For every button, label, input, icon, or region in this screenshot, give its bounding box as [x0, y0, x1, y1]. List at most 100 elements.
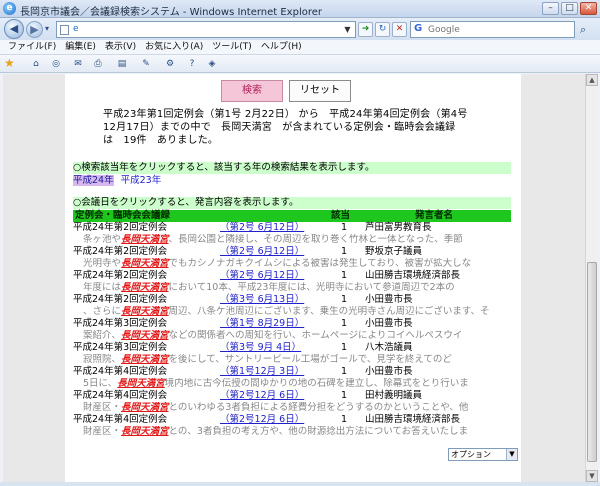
meeting-date-link[interactable]: （第2号12月 6日） [220, 390, 304, 402]
keyword-highlight: 長岡天満宮 [121, 426, 169, 437]
keyword-highlight: 長岡天満宮 [121, 234, 169, 245]
option-select[interactable]: オプション ▼ [448, 448, 518, 461]
match-count: 1 [341, 222, 348, 233]
meeting-date-link[interactable]: （第2号12月 6日） [220, 414, 304, 426]
vertical-scrollbar[interactable]: ▲ ▼ [585, 74, 598, 482]
table-row: 平成24年第4回定例会 （第2号12月 6日） 1 田村義明議員 [73, 390, 511, 402]
table-row: 平成24年第2回定例会 （第3号 6月13日） 1 小田豊市長 [73, 294, 511, 306]
scroll-up-icon[interactable]: ▲ [586, 74, 598, 86]
window-controls: – □ ✕ [542, 2, 597, 15]
speaker-name: 小田豊市長 [365, 318, 413, 329]
reset-button[interactable]: リセット [289, 80, 351, 102]
session-name: 平成24年第4回定例会 [73, 390, 168, 401]
result-snippet: 条ヶ池や長岡天満宮、長岡公園と隣接し、その周辺を取り巻く竹林と一体となった、季節 [73, 234, 511, 246]
address-dropdown-icon[interactable]: ▼ [341, 23, 354, 36]
match-count: 1 [341, 414, 348, 425]
match-count: 1 [341, 270, 348, 281]
select-dropdown-icon: ▼ [506, 449, 517, 460]
favorites-star-icon[interactable]: ★ [4, 56, 15, 70]
snippet-prefix: 5日に、 [83, 378, 118, 389]
meeting-date-link[interactable]: （第1号 8月29日） [220, 318, 304, 330]
session-name: 平成24年第2回定例会 [73, 294, 168, 305]
year-link-h24[interactable]: 平成24年 [73, 175, 114, 186]
snippet-prefix: 財産区・ [83, 402, 122, 413]
print-icon[interactable]: ⎙ [92, 58, 104, 70]
page-viewport: 検索 リセット 平成23年第1回定例会（第1号 2月22日） から 平成24年第… [3, 74, 585, 482]
forward-button[interactable]: ▶ [26, 21, 43, 38]
ie-logo-icon: e [3, 2, 16, 15]
help-icon[interactable]: ? [186, 58, 198, 70]
match-count: 1 [341, 342, 348, 353]
safety-icon[interactable]: ✎ [140, 58, 152, 70]
menu-tools[interactable]: ツール(T) [212, 40, 252, 54]
result-snippet: 年度には長岡天満宮において10本、平成23年度には、光明寺において参道周辺で2本… [73, 282, 511, 294]
speaker-name: 山田勝吉環境経済部長 [365, 270, 461, 281]
refresh-icon[interactable]: ↻ [375, 22, 390, 37]
meeting-date-link[interactable]: （第3号 6月13日） [220, 294, 304, 306]
minimize-button[interactable]: – [542, 2, 559, 15]
result-snippet: 案紹介、長岡天満宮などの関係者への周知を行い、ホームページによりコイヘルペスウイ [73, 330, 511, 342]
speaker-name: 八木浩議員 [365, 342, 413, 353]
snippet-suffix: でもカシノナガキクイムシによる被害は発生しており、被害が拡大しな [168, 258, 472, 269]
keyword-highlight: 長岡天満宮 [121, 282, 169, 293]
menu-view[interactable]: 表示(V) [105, 40, 136, 54]
session-name: 平成24年第4回定例会 [73, 414, 168, 425]
table-row: 平成24年第2回定例会 （第2号 6月12日） 1 山田勝吉環境経済部長 [73, 270, 511, 282]
stop-icon[interactable]: ✕ [392, 22, 407, 37]
meeting-date-link[interactable]: （第2号 6月12日） [220, 270, 304, 282]
session-name: 平成24年第3回定例会 [73, 342, 168, 353]
menu-favorites[interactable]: お気に入り(A) [145, 40, 203, 54]
meeting-date-link[interactable]: （第2号 6月12日） [220, 246, 304, 258]
match-count: 1 [341, 294, 348, 305]
results-list: 平成24年第2回定例会 （第2号 6月12日） 1 芦田富男教育長 条ヶ池や長岡天満宮、… [73, 222, 511, 438]
speaker-name: 小田豊市長 [365, 366, 413, 377]
speaker-name: 田村義明議員 [365, 390, 423, 401]
year-links: 平成24年 平成23年 [73, 175, 161, 187]
address-bar[interactable]: e ▼ [56, 21, 356, 38]
snippet-prefix: 条ヶ池や [83, 234, 122, 245]
menu-help[interactable]: ヘルプ(H) [261, 40, 302, 54]
session-name: 平成24年第2回定例会 [73, 222, 168, 233]
meeting-date-link[interactable]: （第2号 6月12日） [220, 222, 304, 234]
research-icon[interactable]: ◈ [206, 58, 218, 70]
scroll-down-icon[interactable]: ▼ [586, 470, 598, 482]
page-menu-icon[interactable]: ▤ [116, 58, 128, 70]
session-name: 平成24年第2回定例会 [73, 270, 168, 281]
menu-edit[interactable]: 編集(E) [65, 40, 96, 54]
meeting-date-link[interactable]: （第3号 9月 4日） [220, 342, 301, 354]
tools-gear-icon[interactable]: ⚙ [164, 58, 176, 70]
result-snippet: 財産区・長岡天満宮とのいわゆる3者負担による経費分担をどうするのかということや、… [73, 402, 511, 414]
go-icon[interactable]: ➜ [358, 22, 373, 37]
search-input[interactable] [425, 22, 570, 37]
keyword-highlight: 長岡天満宮 [121, 330, 169, 341]
header-speaker: 発言者名 [415, 210, 454, 221]
speaker-name: 芦田富男教育長 [365, 222, 432, 233]
table-row: 平成24年第4回定例会 （第2号12月 6日） 1 山田勝吉環境経済部長 [73, 414, 511, 426]
search-go-icon[interactable]: ⌕ [580, 23, 586, 37]
match-count: 1 [341, 318, 348, 329]
close-button[interactable]: ✕ [580, 2, 597, 15]
mail-icon[interactable]: ✉ [72, 58, 84, 70]
year-link-h23[interactable]: 平成23年 [121, 175, 162, 186]
table-row: 平成24年第2回定例会 （第2号 6月12日） 1 野坂京子議員 [73, 246, 511, 258]
match-count: 1 [341, 246, 348, 257]
snippet-suffix: を後にして、サントリービール工場がゴールで、見学を終えてのど [168, 354, 452, 365]
search-button[interactable]: 検索 [221, 80, 283, 102]
snippet-suffix: 、長岡公園と隣接し、その周辺を取り巻く竹林と一体となった、季節 [168, 234, 463, 245]
snippet-suffix: 境内地に古今伝授の間ゆかりの地の石碑を建立し、除幕式をとり行いま [164, 378, 469, 389]
google-icon: G [414, 23, 423, 34]
home-icon[interactable]: ⌂ [30, 58, 42, 70]
feeds-icon[interactable]: ◎ [50, 58, 62, 70]
recent-pages-dropdown-icon[interactable]: ▾ [45, 24, 49, 33]
page-content: 検索 リセット 平成23年第1回定例会（第1号 2月22日） から 平成24年第… [65, 74, 521, 482]
speech-notice: ○会議日をクリックすると、発言内容を表示します。 [73, 197, 511, 209]
search-box[interactable]: G [410, 21, 575, 38]
keyword-highlight: 長岡天満宮 [121, 306, 169, 317]
scroll-thumb[interactable] [587, 262, 597, 462]
menu-file[interactable]: ファイル(F) [8, 40, 56, 54]
meeting-date-link[interactable]: （第1号12月 3日） [220, 366, 304, 378]
speaker-name: 山田勝吉環境経済部長 [365, 414, 461, 425]
back-button[interactable]: ◀ [4, 19, 24, 39]
maximize-button[interactable]: □ [561, 2, 578, 15]
session-name: 平成24年第3回定例会 [73, 318, 168, 329]
